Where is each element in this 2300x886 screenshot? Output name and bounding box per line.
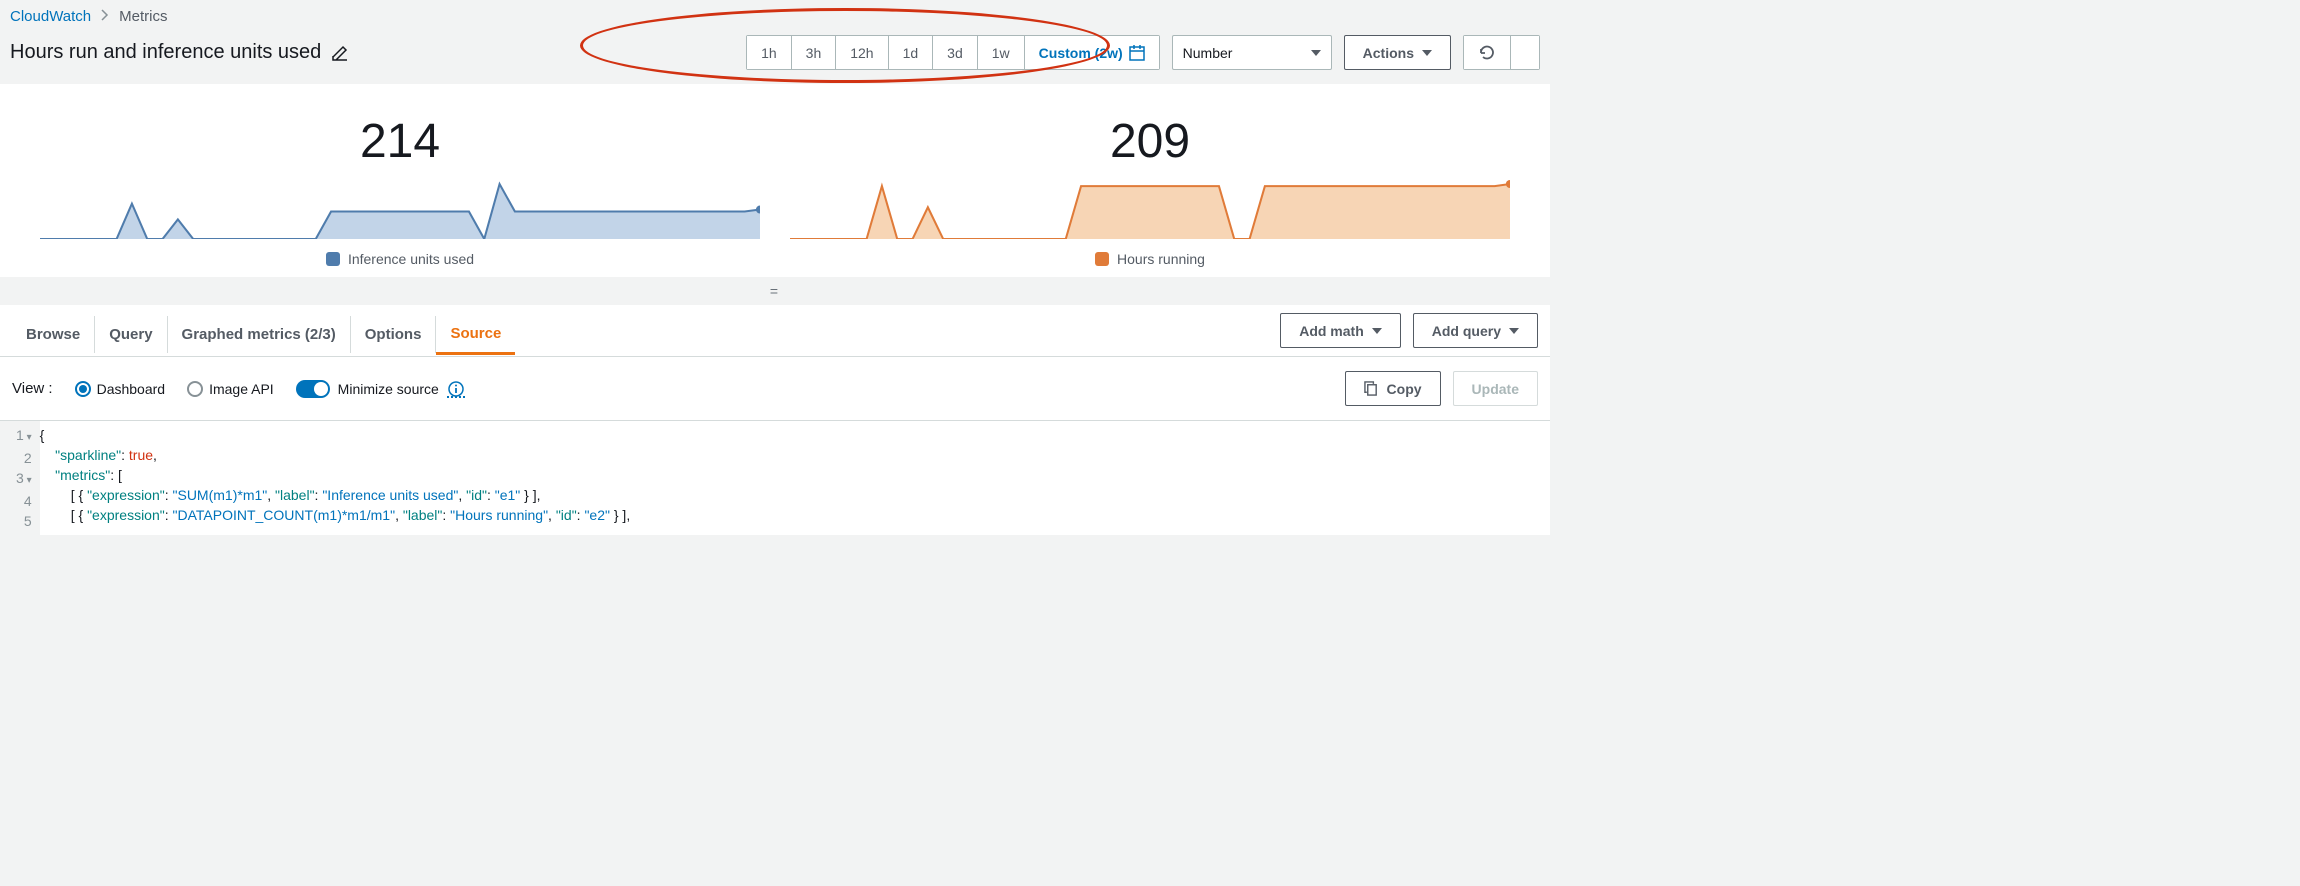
info-icon[interactable] <box>447 380 465 398</box>
legend-label: Hours running <box>1117 251 1205 267</box>
time-range-selector: 1h 3h 12h 1d 3d 1w Custom (2w) <box>746 35 1160 70</box>
chart-panel: 214 Inference units used 209 Hours runni… <box>0 84 1550 277</box>
update-label: Update <box>1472 381 1519 397</box>
time-range-3h[interactable]: 3h <box>792 36 837 69</box>
copy-label: Copy <box>1387 381 1422 397</box>
add-query-label: Add query <box>1432 323 1501 339</box>
radio-icon <box>187 381 203 397</box>
toggle-label: Minimize source <box>338 381 439 397</box>
metric-value: 209 <box>1110 114 1190 169</box>
page-title: Hours run and inference units used <box>10 41 321 64</box>
legend-swatch <box>326 252 340 266</box>
edit-icon[interactable] <box>331 44 349 62</box>
legend-label: Inference units used <box>348 251 474 267</box>
refresh-menu-button[interactable] <box>1511 36 1539 69</box>
add-math-button[interactable]: Add math <box>1280 313 1401 348</box>
legend-swatch <box>1095 252 1109 266</box>
radio-icon <box>75 381 91 397</box>
update-button: Update <box>1453 371 1538 406</box>
copy-icon <box>1364 381 1379 396</box>
time-range-custom-label: Custom (2w) <box>1039 45 1123 61</box>
add-math-label: Add math <box>1299 323 1364 339</box>
refresh-icon <box>1478 44 1496 62</box>
caret-down-icon <box>1311 50 1321 56</box>
radio-label: Image API <box>209 381 274 397</box>
gutter: 12345 <box>0 421 40 535</box>
tab-options[interactable]: Options <box>351 316 437 353</box>
radio-dashboard[interactable]: Dashboard <box>75 381 166 397</box>
actions-button[interactable]: Actions <box>1344 35 1451 70</box>
calendar-icon <box>1129 45 1145 61</box>
tab-source[interactable]: Source <box>436 315 515 355</box>
refresh-group <box>1463 35 1540 70</box>
view-label: View : <box>12 380 53 397</box>
breadcrumb-current: Metrics <box>119 8 167 25</box>
chart-inference-units: 214 Inference units used <box>40 114 760 267</box>
caret-down-icon <box>1509 328 1519 334</box>
source-editor[interactable]: 12345 { "sparkline": true, "metrics": [ … <box>0 421 1550 535</box>
breadcrumb: CloudWatch Metrics <box>0 0 1550 31</box>
refresh-button[interactable] <box>1464 36 1511 69</box>
breadcrumb-root[interactable]: CloudWatch <box>10 8 91 25</box>
resize-handle[interactable]: = <box>0 277 1550 305</box>
metric-value: 214 <box>360 114 440 169</box>
sparkline <box>790 179 1510 239</box>
tab-browse[interactable]: Browse <box>12 316 95 353</box>
chart-hours-running: 209 Hours running <box>790 114 1510 267</box>
time-range-3d[interactable]: 3d <box>933 36 978 69</box>
time-range-custom[interactable]: Custom (2w) <box>1025 36 1159 69</box>
caret-down-icon <box>1422 50 1432 56</box>
tab-query[interactable]: Query <box>95 316 167 353</box>
add-query-button[interactable]: Add query <box>1413 313 1538 348</box>
chevron-right-icon <box>101 8 109 25</box>
tabs: Browse Query Graphed metrics (2/3) Optio… <box>12 315 515 354</box>
time-range-12h[interactable]: 12h <box>836 36 888 69</box>
sparkline <box>40 179 760 239</box>
radio-label: Dashboard <box>97 381 166 397</box>
view-type-select[interactable]: Number <box>1172 35 1332 70</box>
actions-button-label: Actions <box>1363 45 1414 61</box>
minimize-source-toggle[interactable] <box>296 380 330 398</box>
view-type-value: Number <box>1183 45 1233 61</box>
radio-image-api[interactable]: Image API <box>187 381 274 397</box>
time-range-1w[interactable]: 1w <box>978 36 1025 69</box>
copy-button[interactable]: Copy <box>1345 371 1441 406</box>
tab-graphed-metrics[interactable]: Graphed metrics (2/3) <box>168 316 351 353</box>
caret-down-icon <box>1372 328 1382 334</box>
time-range-1h[interactable]: 1h <box>747 36 792 69</box>
time-range-1d[interactable]: 1d <box>889 36 934 69</box>
